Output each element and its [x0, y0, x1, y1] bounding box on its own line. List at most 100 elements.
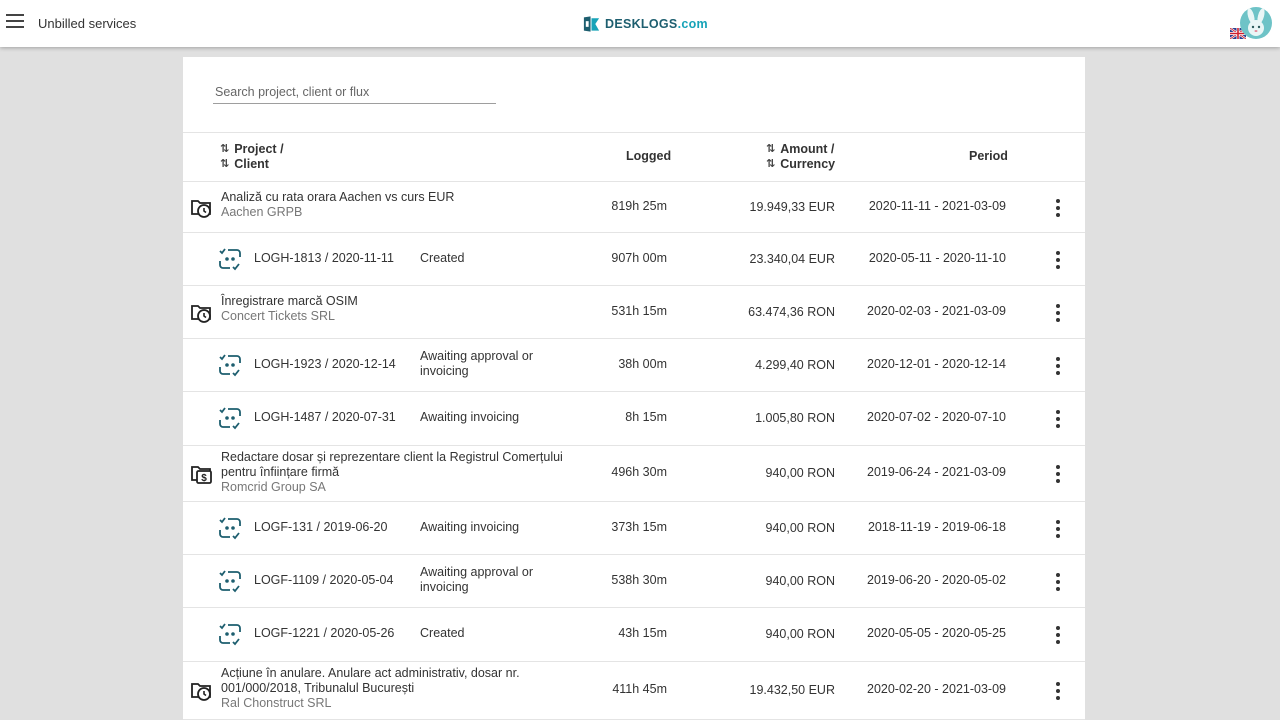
logo-mark-icon	[583, 16, 600, 32]
client-name: Concert Tickets SRL	[221, 309, 335, 323]
project-name[interactable]: Analiză cu rata orara Aachen vs curs EUR	[221, 190, 566, 205]
flux-row[interactable]: LOGF-1221 / 2020-05-26 Created 43h 15m 940,…	[183, 607, 1085, 662]
folder-clock-icon	[191, 197, 213, 224]
more-options-icon[interactable]	[1053, 682, 1063, 700]
flux-row[interactable]: LOGF-131 / 2019-06-20 Awaiting invoicing 3…	[183, 501, 1085, 555]
amount-currency: 1.005,80 RON	[755, 411, 835, 425]
log-flux-icon	[218, 406, 242, 435]
flux-status: Awaiting invoicing	[420, 410, 520, 424]
logged-time: 538h 30m	[611, 573, 667, 587]
flux-status: Awaiting invoicing	[420, 520, 520, 534]
period: 2020-12-01 - 2020-12-14	[867, 357, 1006, 371]
period: 2020-02-03 - 2021-03-09	[867, 304, 1006, 318]
client-name: Aachen GRPB	[221, 205, 303, 219]
client-name: Ral Chonstruct SRL	[221, 696, 332, 710]
logged-time: 373h 15m	[611, 520, 667, 534]
project-row[interactable]: $ Redactare dosar și reprezentare client…	[183, 445, 1085, 502]
folder-clock-icon	[191, 302, 213, 329]
page-title: Unbilled services	[38, 16, 137, 31]
flux-row[interactable]: LOGH-1813 / 2020-11-11 Created 907h 00m 23.…	[183, 232, 1085, 286]
logged-time: 819h 25m	[611, 199, 667, 213]
amount-currency: 4.299,40 RON	[755, 358, 835, 372]
sort-arrows-icon: ⇅	[766, 143, 776, 155]
flux-code[interactable]: LOGH-1813 / 2020-11-11	[254, 251, 394, 265]
sort-arrows-icon: ⇅	[220, 143, 230, 155]
more-options-icon[interactable]	[1053, 199, 1063, 217]
logged-time: 8h 15m	[625, 410, 667, 424]
project-row[interactable]: Analiză cu rata orara Aachen vs curs EUR…	[183, 181, 1085, 233]
column-logged-label: Logged	[626, 149, 672, 163]
flux-code[interactable]: LOGF-131 / 2019-06-20	[254, 520, 387, 534]
column-amount-label: Amount /	[780, 141, 835, 156]
sort-project[interactable]: ⇅ Project /	[220, 141, 284, 156]
project-row[interactable]: Înregistrare marcă OSIM Concert Tickets …	[183, 285, 1085, 339]
logged-time: 531h 15m	[611, 304, 667, 318]
log-flux-icon	[218, 569, 242, 598]
period: 2020-11-11 - 2021-03-09	[868, 199, 1006, 213]
flux-code[interactable]: LOGH-1923 / 2020-12-14	[254, 357, 396, 371]
menu-icon[interactable]	[6, 14, 24, 30]
more-options-icon[interactable]	[1053, 626, 1063, 644]
logged-time: 43h 15m	[618, 626, 667, 640]
more-options-icon[interactable]	[1053, 520, 1063, 538]
logo-suffix: .com	[677, 17, 708, 31]
sort-arrows-icon: ⇅	[766, 158, 776, 170]
amount-currency: 23.340,04 EUR	[749, 252, 835, 266]
amount-currency: 19.432,50 EUR	[749, 683, 835, 697]
logged-time: 496h 30m	[611, 465, 667, 479]
project-name[interactable]: Înregistrare marcă OSIM	[221, 294, 566, 309]
more-options-icon[interactable]	[1053, 251, 1063, 269]
folder-clock-icon	[191, 680, 213, 707]
period: 2019-06-24 - 2021-03-09	[867, 465, 1006, 479]
amount-currency: 940,00 RON	[765, 521, 835, 535]
project-row[interactable]: Acțiune în anulare. Anulare act administ…	[183, 661, 1085, 720]
period: 2018-11-19 - 2019-06-18	[867, 520, 1006, 534]
column-currency-label: Currency	[780, 156, 836, 171]
search-input[interactable]	[213, 82, 500, 103]
sort-client[interactable]: ⇅ Client	[220, 156, 284, 171]
sort-amount[interactable]: ⇅ Amount /	[766, 141, 835, 156]
flux-row[interactable]: LOGH-1923 / 2020-12-14 Awaiting approval …	[183, 338, 1085, 392]
sort-currency[interactable]: ⇅ Currency	[766, 156, 835, 171]
more-options-icon[interactable]	[1053, 357, 1063, 375]
logged-time: 411h 45m	[612, 682, 667, 696]
flux-code[interactable]: LOGF-1109 / 2020-05-04	[254, 573, 393, 587]
desklogs-logo[interactable]: DESKLOGS.com	[582, 12, 708, 36]
flux-status: Created	[420, 251, 465, 265]
project-name[interactable]: Redactare dosar și reprezentare client l…	[221, 450, 566, 480]
top-app-bar: Unbilled services DESKLOGS.com	[0, 0, 1280, 47]
flux-status: Awaiting approval or invoicing	[420, 349, 534, 378]
more-options-icon[interactable]	[1053, 410, 1063, 428]
search-field[interactable]	[213, 82, 500, 104]
folder-dollar-icon: $	[191, 463, 213, 490]
amount-currency: 63.474,36 RON	[748, 305, 835, 319]
rabbit-avatar-icon	[1247, 8, 1265, 36]
flux-code[interactable]: LOGF-1221 / 2020-05-26	[254, 626, 394, 640]
project-client-header: ⇅ Project / ⇅ Client	[220, 141, 284, 171]
logo-text: DESKLOGS	[605, 17, 678, 31]
more-options-icon[interactable]	[1053, 304, 1063, 322]
log-flux-icon	[218, 353, 242, 382]
log-flux-icon	[218, 516, 242, 545]
column-project-label: Project /	[234, 141, 284, 156]
column-period-label: Period	[969, 149, 1008, 163]
client-name: Romcrid Group SA	[221, 480, 326, 494]
flux-status: Created	[420, 626, 465, 640]
sort-arrows-icon: ⇅	[220, 158, 230, 170]
flux-row[interactable]: LOGF-1109 / 2020-05-04 Awaiting approval …	[183, 554, 1085, 608]
period: 2019-06-20 - 2020-05-02	[867, 573, 1006, 587]
flux-row[interactable]: LOGH-1487 / 2020-07-31 Awaiting invoicing…	[183, 391, 1085, 446]
period: 2020-05-11 - 2020-11-10	[868, 251, 1006, 265]
more-options-icon[interactable]	[1053, 573, 1063, 591]
project-name[interactable]: Acțiune în anulare. Anulare act administ…	[221, 666, 566, 696]
amount-currency: 940,00 RON	[765, 574, 835, 588]
log-flux-icon	[218, 622, 242, 651]
amount-currency: 19.949,33 EUR	[749, 200, 835, 214]
period: 2020-07-02 - 2020-07-10	[867, 410, 1006, 424]
period: 2020-02-20 - 2021-03-09	[867, 682, 1006, 696]
flux-code[interactable]: LOGH-1487 / 2020-07-31	[254, 410, 396, 424]
logged-time: 907h 00m	[611, 251, 667, 265]
flux-status: Awaiting approval or invoicing	[420, 565, 534, 594]
more-options-icon[interactable]	[1053, 465, 1063, 483]
user-avatar[interactable]	[1240, 7, 1272, 39]
